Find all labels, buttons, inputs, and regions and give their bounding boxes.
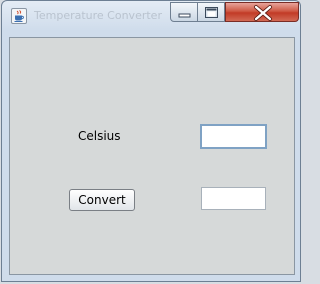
minimize-button[interactable] [170,2,198,22]
convert-button[interactable]: Convert [69,189,135,211]
celsius-input[interactable] [200,124,267,149]
window-title: Temperature Converter [34,9,162,22]
celsius-label: Celsius [78,129,121,143]
minimize-icon [178,13,191,18]
title-bar[interactable]: Temperature Converter [2,1,300,31]
maximize-icon [205,7,218,18]
result-field[interactable] [201,187,266,210]
java-coffee-cup-icon[interactable] [11,8,27,24]
maximize-button[interactable] [198,2,225,22]
app-window: Temperature Converter Celsius Convert [1,0,301,282]
close-icon [254,5,272,21]
content-panel: Celsius Convert [9,37,295,275]
close-button[interactable] [225,2,299,22]
